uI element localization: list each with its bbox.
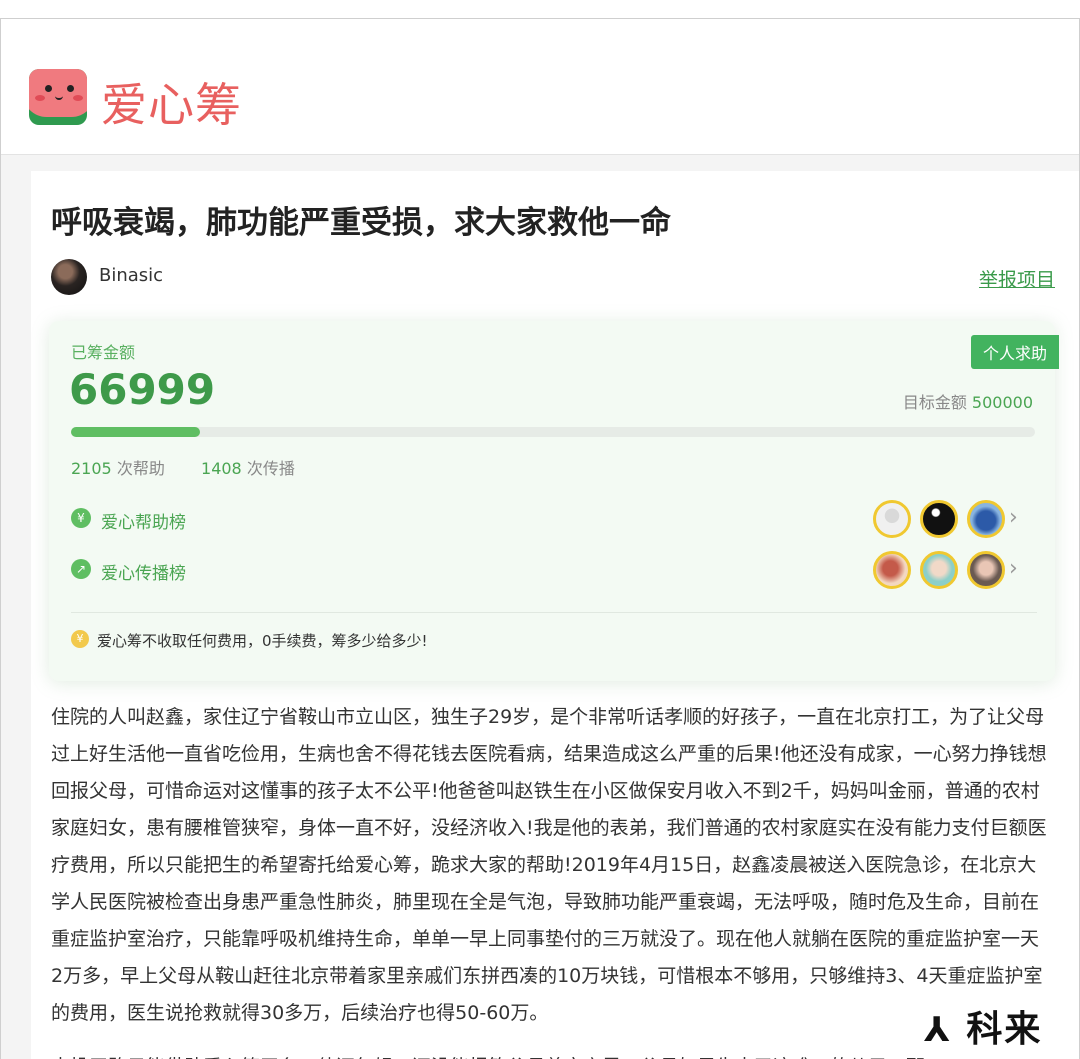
author-name[interactable]: Binasic bbox=[99, 265, 163, 286]
share-count-label: 次传播 bbox=[246, 459, 295, 478]
watermark: ⅄ 科来 bbox=[918, 1000, 1049, 1052]
project-content: 呼吸衰竭，肺功能严重受损，求大家救他一命 Binasic 举报项目 个人求助 已… bbox=[31, 171, 1079, 1059]
logo-blush-right bbox=[73, 95, 83, 101]
target-value: 500000 bbox=[971, 393, 1033, 412]
author-avatar[interactable] bbox=[51, 259, 87, 295]
chevron-right-icon[interactable]: › bbox=[1009, 505, 1018, 530]
help-rank-row[interactable]: ¥ 爱心帮助榜 › bbox=[71, 499, 1037, 539]
sharer-avatar[interactable] bbox=[967, 551, 1005, 589]
logo-mouth bbox=[55, 94, 63, 100]
logo-eye-left bbox=[45, 85, 52, 92]
page-frame: 爱心筹 呼吸衰竭，肺功能严重受损，求大家救他一命 Binasic 举报项目 个人… bbox=[0, 18, 1080, 1059]
yen-icon: ¥ bbox=[71, 508, 91, 528]
progress-bar bbox=[71, 427, 1035, 437]
target-amount: 目标金额 500000 bbox=[903, 389, 1033, 413]
help-count: 2105 bbox=[71, 459, 112, 478]
report-project-link[interactable]: 举报项目 bbox=[979, 265, 1055, 292]
sharer-avatar[interactable] bbox=[920, 551, 958, 589]
coin-icon: ¥ bbox=[71, 630, 89, 648]
logo-icon[interactable] bbox=[29, 69, 87, 125]
logo-text[interactable]: 爱心筹 bbox=[101, 69, 242, 135]
logo-eye-right bbox=[67, 85, 74, 92]
watermark-text: 科来 bbox=[966, 1009, 1043, 1050]
card-divider bbox=[71, 612, 1037, 613]
help-rank-label: 爱心帮助榜 bbox=[101, 513, 186, 533]
story-text: 住院的人叫赵鑫，家住辽宁省鞍山市立山区，独生子29岁，是个非常听话孝顺的好孩子，… bbox=[51, 706, 1047, 1024]
help-count-label: 次帮助 bbox=[116, 459, 165, 478]
help-rank-avatars: › bbox=[873, 499, 1023, 539]
sharer-avatar[interactable] bbox=[873, 551, 911, 589]
share-rank-label: 爱心传播榜 bbox=[101, 564, 186, 584]
supporter-avatar[interactable] bbox=[873, 500, 911, 538]
logo-heart-shape bbox=[29, 69, 87, 117]
fundraise-card: 个人求助 已筹金额 66999 目标金额 500000 2105 次帮助 140… bbox=[49, 321, 1059, 681]
logo-blush-left bbox=[35, 95, 45, 101]
stats-line: 2105 次帮助 1408 次传播 bbox=[71, 455, 295, 479]
supporter-avatar[interactable] bbox=[920, 500, 958, 538]
chevron-right-icon[interactable]: › bbox=[1009, 556, 1018, 581]
target-label: 目标金额 bbox=[902, 393, 967, 412]
raised-label: 已筹金额 bbox=[71, 343, 136, 362]
share-count: 1408 bbox=[201, 459, 242, 478]
share-rank-row[interactable]: ↗ 爱心传播榜 › bbox=[71, 550, 1037, 590]
share-rank-avatars: › bbox=[873, 550, 1023, 590]
progress-fill bbox=[71, 427, 201, 437]
share-icon: ↗ bbox=[71, 559, 91, 579]
fee-notice: 爱心筹不收取任何费用，0手续费，筹多少给多少! bbox=[97, 632, 428, 650]
watermark-logo-icon: ⅄ bbox=[924, 1010, 952, 1050]
help-type-badge: 个人求助 bbox=[970, 335, 1059, 369]
project-title: 呼吸衰竭，肺功能严重受损，求大家救他一命 bbox=[51, 205, 671, 241]
raised-amount: 66999 bbox=[69, 365, 216, 414]
site-header: 爱心筹 bbox=[1, 19, 1079, 155]
supporter-avatar[interactable] bbox=[967, 500, 1005, 538]
